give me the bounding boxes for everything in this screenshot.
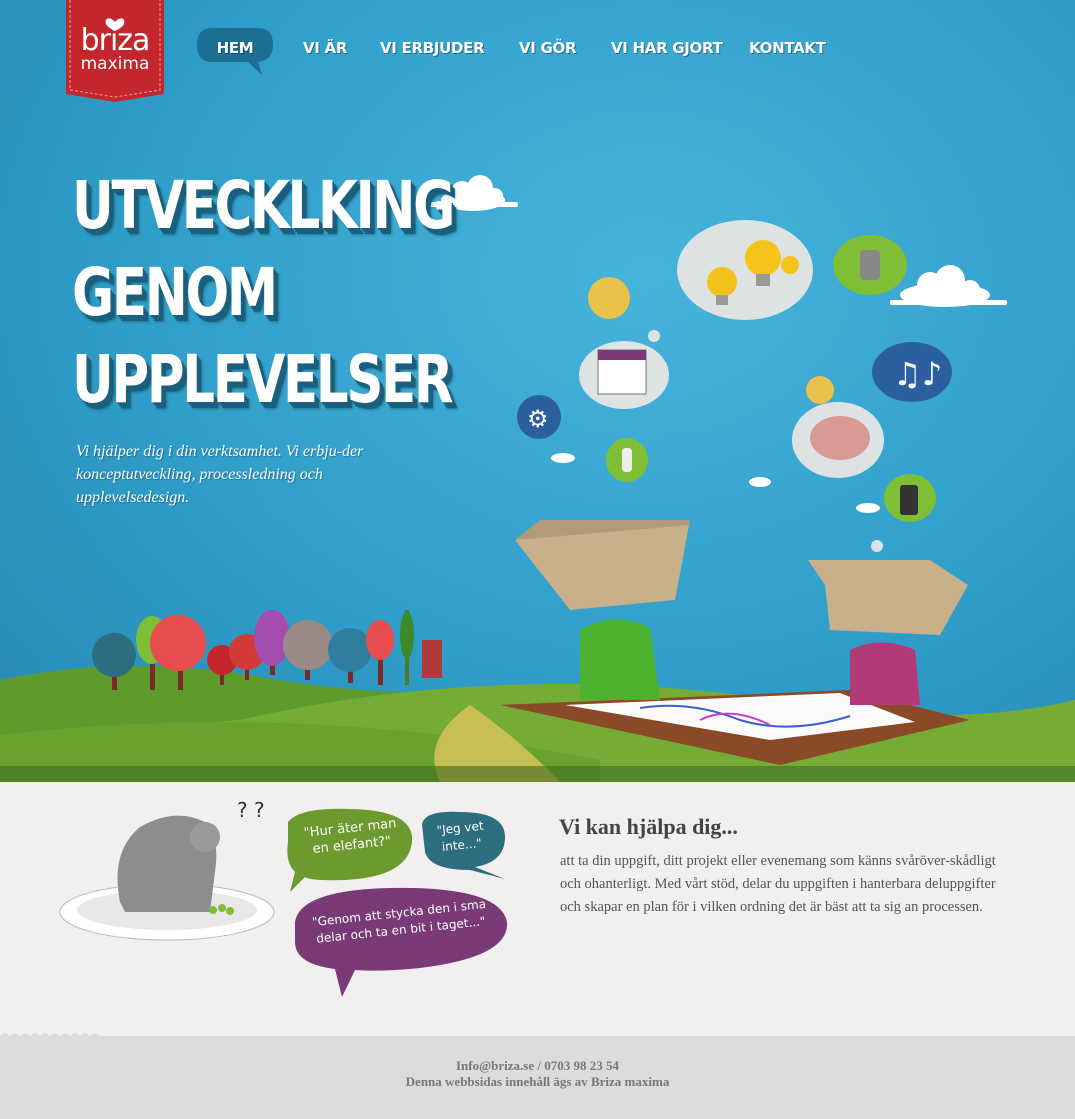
nav-item-vi-erbjuder[interactable]: VI ERBJUDER <box>380 27 485 69</box>
cloud-icon <box>890 265 1007 307</box>
footer-contact[interactable]: Info@briza.se / 0703 98 23 54 <box>0 1058 1075 1074</box>
nav-item-kontakt[interactable]: KONTAKT <box>749 27 826 69</box>
help-title: Vi kan hjälpa dig... <box>559 814 738 839</box>
logo-line2: maxima <box>80 54 150 74</box>
hero-headline: UTVECKLKING GENOM UPPLEVELSER <box>72 162 455 423</box>
hero-intro: Vi hjälper dig i din verktsamhet. Vi erb… <box>76 443 364 506</box>
nav-item-hem[interactable]: HEM <box>196 27 274 75</box>
question-marks: ? ? <box>237 798 265 822</box>
help-text: att ta din uppgift, ditt projekt eller e… <box>560 853 996 915</box>
headline-line: UPPLEVELSER <box>72 341 454 418</box>
lightbulb-bubble-icon <box>677 220 813 320</box>
headline-line: GENOM <box>72 254 278 331</box>
svg-text:♫♪: ♫♪ <box>893 355 942 393</box>
hero-section: ♫♪ ⚙ briza maxima HEM VI ÄR VI ERBJUDER … <box>0 0 1075 782</box>
nav-item-vi-gor[interactable]: VI GÖR <box>519 27 577 69</box>
svg-text:⚙: ⚙ <box>527 405 549 433</box>
headline-line: UTVECKLKING <box>72 167 455 244</box>
main-nav: HEM VI ÄR VI ERBJUDER VI GÖR VI HAR GJOR… <box>196 27 836 77</box>
calendar-bubble-icon <box>579 341 669 409</box>
rocket-bubble-icon <box>606 438 648 482</box>
robot-bubble-icon <box>833 235 907 295</box>
nav-item-vi-ar[interactable]: VI ÄR <box>303 27 347 69</box>
person-with-box-1 <box>515 520 690 700</box>
person-with-box-2 <box>808 560 968 705</box>
music-bubble-icon: ♫♪ <box>872 342 952 402</box>
moon-icon <box>588 277 630 319</box>
nav-item-vi-har-gjort[interactable]: VI HAR GJORT <box>611 27 723 69</box>
footer-zigzag <box>0 1033 1075 1039</box>
logo-line1: briza <box>80 23 151 58</box>
phone-bubble-icon <box>884 474 936 522</box>
brain-bubble-icon <box>792 402 884 478</box>
gear-bubble-icon: ⚙ <box>517 395 561 439</box>
logo[interactable]: briza maxima <box>66 0 164 102</box>
footer-owner: Denna webbsidas innehåll ägs av Briza ma… <box>405 1074 670 1089</box>
